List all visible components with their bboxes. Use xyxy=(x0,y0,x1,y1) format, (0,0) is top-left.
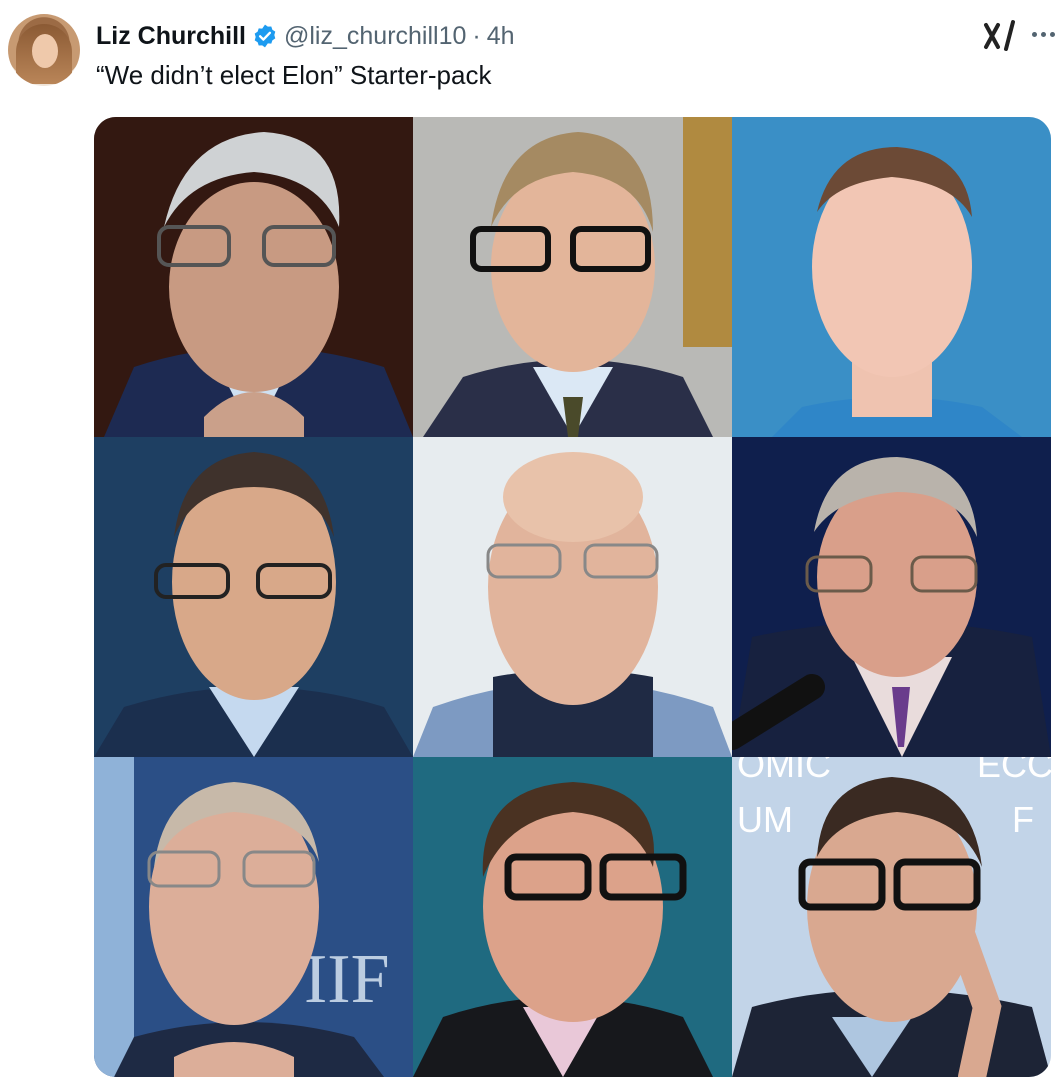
author-handle[interactable]: @liz_churchill10 xyxy=(284,22,466,51)
grid-photo-5[interactable] xyxy=(413,437,732,757)
grid-photo-9[interactable]: OMIC UM ECC F xyxy=(732,757,1051,1077)
grid-photo-6[interactable] xyxy=(732,437,1051,757)
grid-photo-4[interactable] xyxy=(94,437,413,757)
backdrop-text-omic: OMIC xyxy=(737,757,831,785)
post-timestamp[interactable]: 4h xyxy=(487,22,515,51)
grid-photo-3[interactable] xyxy=(732,117,1051,437)
more-dot xyxy=(1041,31,1046,37)
backdrop-text-f: F xyxy=(1012,799,1034,840)
backdrop-text-iif: IIF xyxy=(304,941,390,1018)
grid-photo-7[interactable]: IIF xyxy=(94,757,413,1077)
backdrop-text-ecc: ECC xyxy=(977,757,1051,785)
grid-photo-1[interactable] xyxy=(94,117,413,437)
header-separator: · xyxy=(472,21,481,50)
verified-badge-icon xyxy=(252,23,278,49)
avatar[interactable] xyxy=(8,14,80,86)
more-dot xyxy=(1050,31,1055,37)
post-text: “We didn’t elect Elon” Starter-pack xyxy=(96,60,492,90)
more-dot xyxy=(1032,31,1037,37)
backdrop-text-um: UM xyxy=(737,799,793,840)
post-media-grid[interactable]: IIF OMIC UM ECC F xyxy=(94,117,1051,1077)
post-header: Liz Churchill @liz_churchill10 · 4h xyxy=(96,20,515,52)
avatar-face xyxy=(32,34,58,68)
grid-photo-8[interactable] xyxy=(413,757,732,1077)
grok-icon[interactable] xyxy=(982,18,1018,54)
grid-photo-2[interactable] xyxy=(413,117,732,437)
author-name[interactable]: Liz Churchill xyxy=(96,22,246,51)
more-options-icon[interactable] xyxy=(1032,24,1061,44)
